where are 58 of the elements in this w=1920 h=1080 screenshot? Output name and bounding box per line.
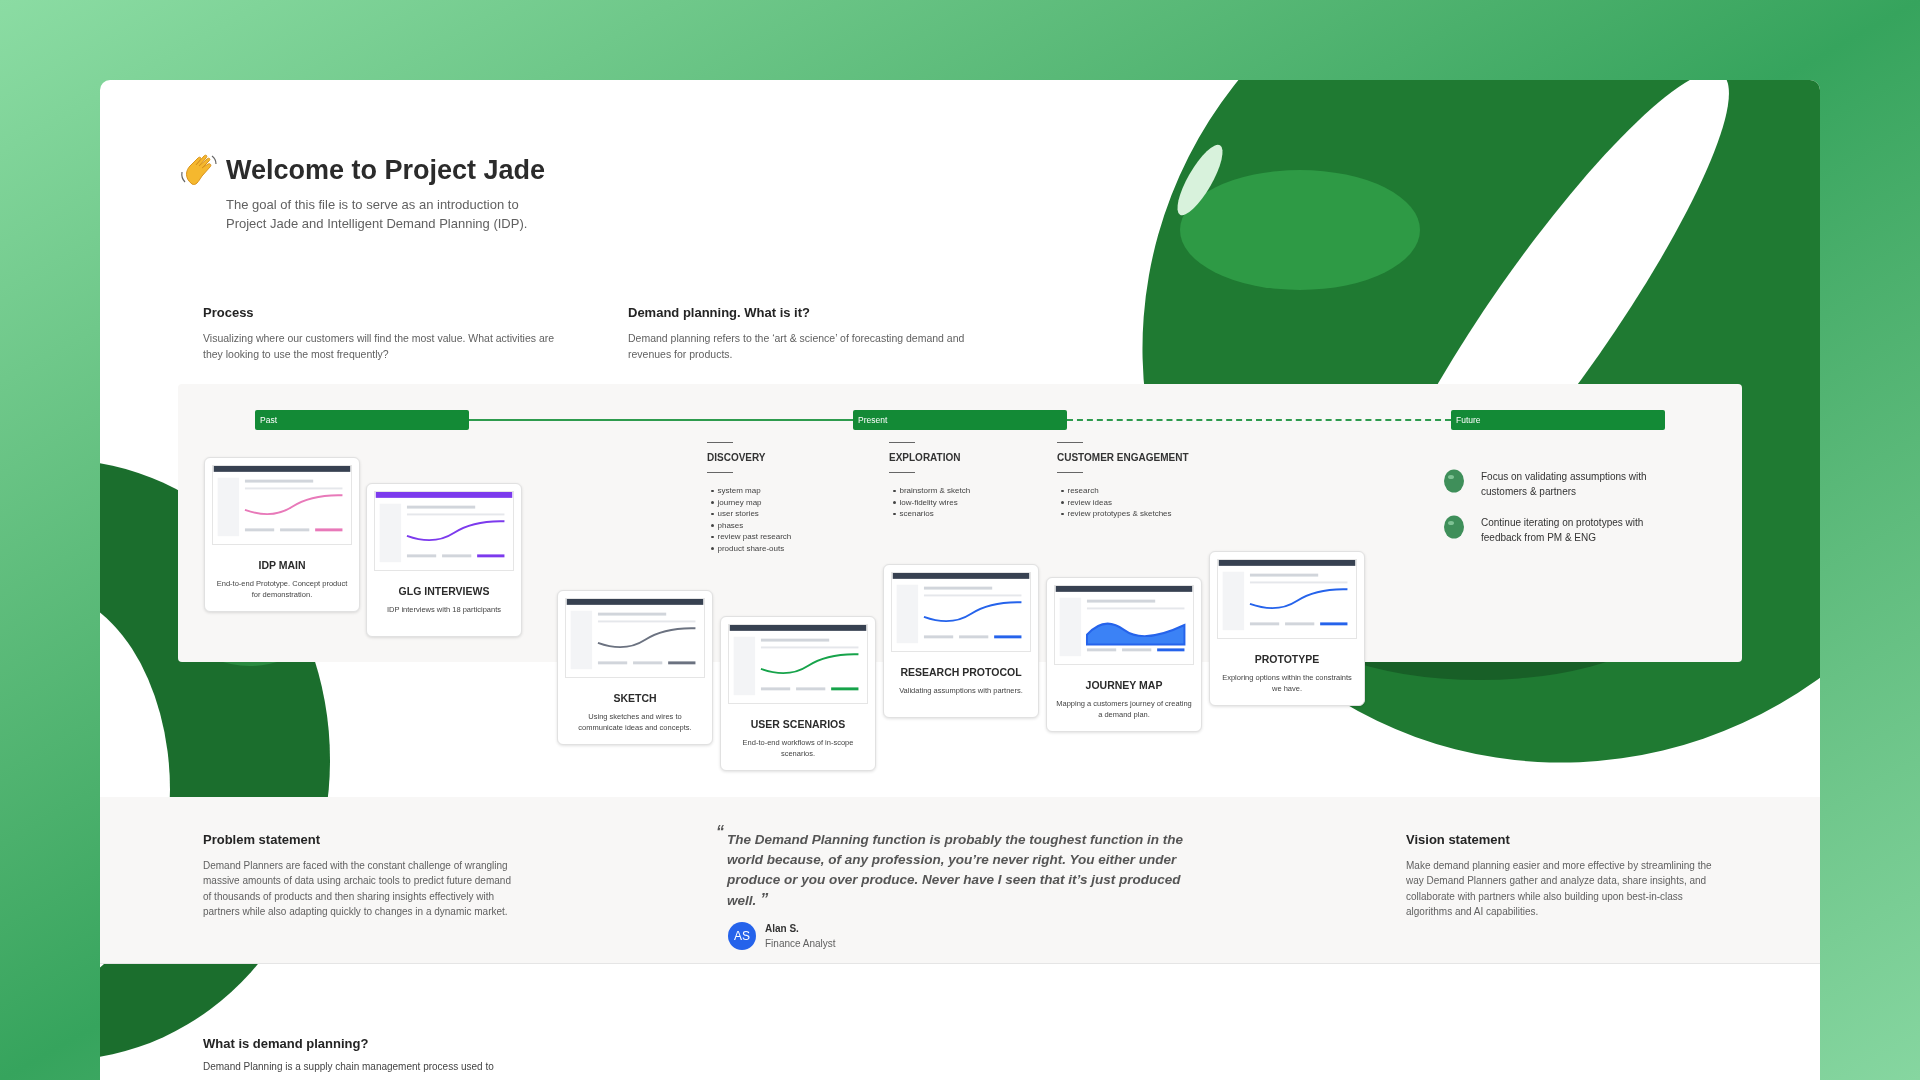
bullet-icon [711,489,714,492]
timeline-phase-bar: Future [1451,410,1665,430]
future-note: Focus on validating assumptions with customers & partners [1481,470,1648,499]
quote-author: Alan S. [765,922,800,936]
activity-item: review past research [717,531,792,543]
bullet-icon [711,501,714,504]
activity-item: low-fidelity wires [899,496,958,508]
bullet-icon [893,512,896,515]
activity-item: user stories [717,508,759,520]
activity-item: research [1067,485,1099,497]
card-title: RESEARCH PROTOCOL [900,665,1022,680]
section-heading: Problem statement [203,831,322,849]
card-title: GLG INTERVIEWS [398,584,490,599]
section-text: Demand Planning is a supply chain management process used to [203,1059,495,1074]
avatar: AS [728,922,756,950]
page-title: Welcome to Project Jade [226,154,547,187]
bullet-icon [711,512,714,515]
quote-role: Finance Analyst [765,937,836,951]
activity-item: scenarios [899,508,934,520]
quote-mark: “ [716,822,724,842]
bullet-icon [711,547,714,550]
page-subtitle: The goal of this file is to serve as an introduction to Project Jade and Intelligent Demand Planning (IDP). [226,195,529,233]
card-title: IDP MAIN [258,558,306,573]
card-title: PROTOTYPE [1254,652,1320,667]
column-heading: DISCOVERY [707,451,767,465]
timeline-phase-bar: Past [255,410,469,430]
bullet-icon [711,524,714,527]
section-heading: What is demand planning? [203,1035,370,1053]
activity-item: brainstorm & sketch [899,485,971,497]
bullet-icon [711,535,714,538]
card-title: SKETCH [613,691,657,706]
card-title: JOURNEY MAP [1085,678,1163,693]
bullet-icon [1061,512,1064,515]
section-text: Demand planning refers to the ‘art & science’ of forecasting demand and revenues for products. [628,331,966,362]
section-text: Make demand planning easier and more effective by streamlining the way Demand Planners gather and analyze data, share insights, and collaborate with partners while also building upon best-in-class algorithms and AI capabilities. [1406,858,1713,919]
jade-stone-icon [1443,515,1465,539]
activity-item: system map [717,485,761,497]
jade-stone-icon [1443,469,1465,493]
section-heading: Demand planning. What is it? [628,303,811,322]
timeline-phase-bar: Present [853,410,1067,430]
activity-item: journey map [717,496,762,508]
section-text: Visualizing where our customers will find the most value. What activities are they looking to use the most frequently? [203,331,556,362]
bullet-icon [1061,489,1064,492]
section-heading: Vision statement [1406,831,1511,849]
activity-item: review prototypes & sketches [1067,508,1172,520]
activity-item: product share-outs [717,542,785,554]
column-heading: EXPLORATION [889,451,962,465]
bullet-icon [893,501,896,504]
future-note: Continue iterating on prototypes with feedback from PM & ENG [1481,516,1645,545]
activity-item: review ideas [1067,496,1112,508]
section-heading: Process [203,303,255,322]
bullet-icon [893,489,896,492]
column-heading: CUSTOMER ENGAGEMENT [1057,451,1189,465]
section-text: Demand Planners are faced with the constant challenge of wrangling massive amounts of data using archaic tools to predict future demand of thousands of products and then sharing insights effectively with partners while also adapting quickly to changes in a dynamic market. [203,858,512,919]
quote-mark: ” [760,891,769,908]
activity-item: phases [717,519,744,531]
bullet-icon [1061,501,1064,504]
card-title: USER SCENARIOS [750,717,846,732]
